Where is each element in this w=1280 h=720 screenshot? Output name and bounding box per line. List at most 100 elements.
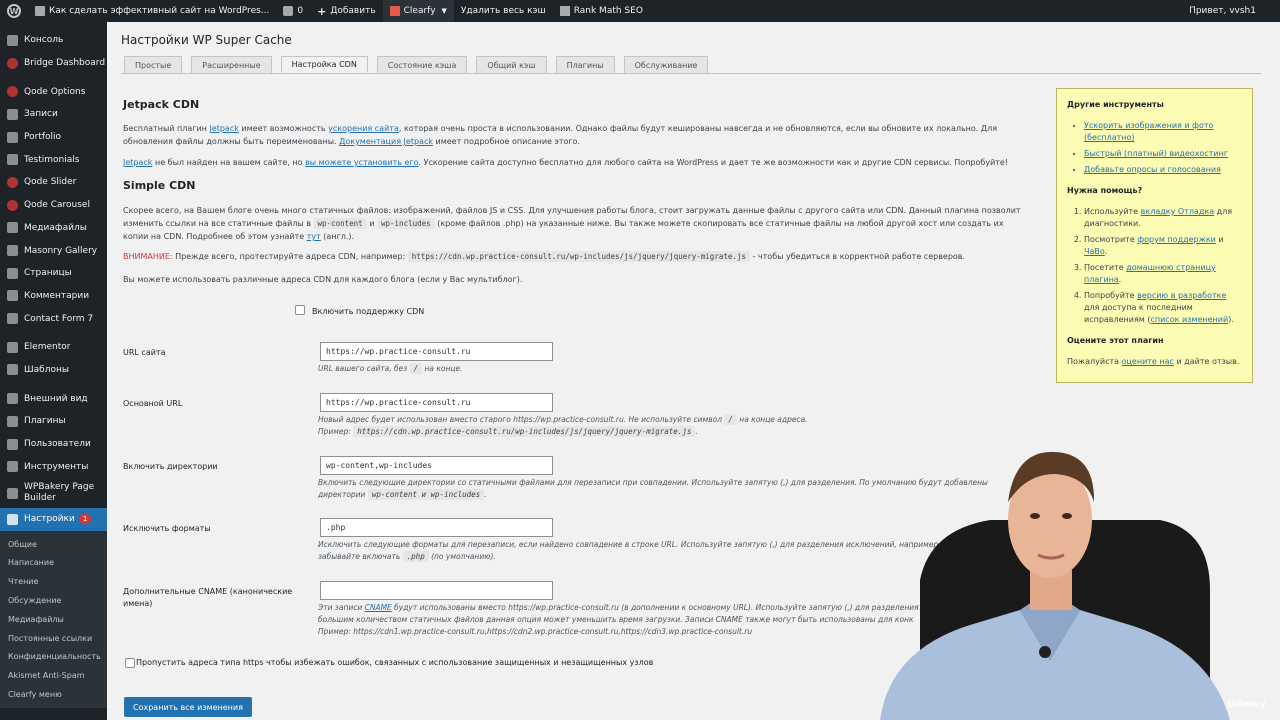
- jetpack-description: Бесплатный плагин Jetpack имеет возможно…: [123, 124, 998, 146]
- need-help-title: Нужна помощь?: [1067, 186, 1143, 195]
- info-widget: Другие инструменты Ускорить изображения …: [1056, 88, 1253, 383]
- user-greeting[interactable]: Привет, vvsh1: [1182, 0, 1280, 22]
- submenu-item-general[interactable]: Общие: [0, 535, 107, 554]
- submenu-item-media[interactable]: Медиафайлы: [0, 610, 107, 629]
- settings-submenu: Общие Написание Чтение Обсуждение Медиаф…: [0, 530, 107, 708]
- sidebar-item-settings[interactable]: Настройки 1: [0, 508, 107, 531]
- chevron-down-icon: ▼: [441, 7, 447, 15]
- rank-math-link[interactable]: Rank Math SEO: [553, 0, 650, 22]
- rate-us-link[interactable]: оцените нас: [1122, 357, 1174, 366]
- optimize-images-link[interactable]: Ускорить изображения и фото (бесплатно): [1084, 121, 1213, 142]
- sidebar-item-pages[interactable]: Страницы: [0, 262, 107, 285]
- debug-tab-link[interactable]: вкладку Отладка: [1141, 207, 1214, 216]
- exclude-formats-input[interactable]: [320, 518, 553, 537]
- video-hosting-link[interactable]: Быстрый (платный) видеохостинг: [1084, 149, 1228, 158]
- sidebar-item-masonry-gallery[interactable]: Masonry Gallery: [0, 239, 107, 262]
- jetpack-link-2[interactable]: Jetpack: [123, 158, 152, 167]
- dev-version-link[interactable]: версию в разработке: [1137, 291, 1226, 300]
- jetpack-install-note: Jetpack не был найден на вашем сайте, но…: [123, 158, 1009, 167]
- plug-icon: [7, 415, 18, 427]
- submenu-item-akismet[interactable]: Akismet Anti-Spam: [0, 666, 107, 685]
- submenu-item-permalinks[interactable]: Постоянные ссылки: [0, 629, 107, 648]
- site-accelerator-link[interactable]: ускорения сайта: [328, 124, 399, 133]
- jetpack-link[interactable]: Jetpack: [209, 124, 238, 133]
- media-icon: [7, 222, 18, 234]
- add-new-link[interactable]: + Добавить: [310, 0, 383, 22]
- site-url-description: URL вашего сайта, без / на конце.: [318, 363, 463, 374]
- sidebar-item-qode-options[interactable]: Qode Options: [0, 80, 107, 103]
- sidebar-item-posts[interactable]: Записи: [0, 103, 107, 126]
- rate-plugin-text: Пожалуйста оцените нас и дайте отзыв.: [1067, 357, 1240, 366]
- sidebar-item-bridge-dashboard[interactable]: Bridge Dashboard: [0, 52, 107, 75]
- sidebar-item-qode-slider[interactable]: Qode Slider: [0, 171, 107, 194]
- jetpack-docs-link[interactable]: Документация Jetpack: [339, 137, 433, 146]
- site-url-input[interactable]: [320, 342, 553, 361]
- main-url-input[interactable]: [320, 393, 553, 412]
- save-changes-button[interactable]: Сохранить все изменения: [124, 697, 252, 717]
- tools-list: Ускорить изображения и фото (бесплатно) …: [1067, 120, 1242, 176]
- update-count-badge: 1: [78, 514, 92, 525]
- site-title-link[interactable]: Как сделать эффективный сайт на WordPres…: [28, 0, 276, 22]
- rate-plugin-title: Оцените этот плагин: [1067, 336, 1164, 345]
- admin-bar: W Как сделать эффективный сайт на WordPr…: [0, 0, 1280, 22]
- sidebar-item-elementor[interactable]: Elementor: [0, 336, 107, 359]
- tab-cdn[interactable]: Настройка CDN: [280, 56, 368, 73]
- sidebar-item-appearance[interactable]: Внешний вид: [0, 387, 107, 410]
- tabs-divider: [121, 73, 1261, 74]
- tab-cache-contents[interactable]: Состояние кэша: [376, 56, 468, 73]
- clearfy-menu[interactable]: Clearfy ▼: [382, 0, 454, 22]
- sidebar-item-qode-carousel[interactable]: Qode Carousel: [0, 194, 107, 217]
- cname-input[interactable]: [320, 581, 553, 600]
- tab-advanced[interactable]: Расширенные: [191, 56, 272, 73]
- sidebar-item-dashboard[interactable]: Консоль: [0, 29, 107, 52]
- sidebar-item-media[interactable]: Медиафайлы: [0, 217, 107, 240]
- submenu-item-reading[interactable]: Чтение: [0, 572, 107, 591]
- home-icon: [35, 6, 45, 16]
- submenu-item-discussion[interactable]: Обсуждение: [0, 591, 107, 610]
- clear-cache-link[interactable]: Удалить весь кэш: [454, 0, 553, 22]
- page-title: Настройки WP Super Cache: [121, 33, 292, 47]
- main-url-label: Основной URL: [123, 399, 183, 408]
- mail-icon: [7, 313, 18, 325]
- skip-https-checkbox[interactable]: [125, 658, 135, 668]
- sidebar-item-portfolio[interactable]: Portfolio: [0, 126, 107, 149]
- brush-icon: [7, 393, 18, 405]
- sidebar-item-testimonials[interactable]: Testimonials: [0, 148, 107, 171]
- include-dirs-input[interactable]: [320, 456, 553, 475]
- submenu-item-clearfy[interactable]: Clearfy меню: [0, 685, 107, 704]
- clearfy-icon: [389, 6, 400, 16]
- cname-link[interactable]: CNAME: [365, 603, 392, 612]
- admin-sidebar: Консоль Bridge Dashboard Qode Options За…: [0, 22, 107, 720]
- skip-https-label: Пропустить адреса типа https чтобы избеж…: [136, 658, 654, 667]
- rank-math-icon: [559, 6, 570, 16]
- sidebar-item-plugins[interactable]: Плагины: [0, 410, 107, 433]
- comments-link[interactable]: 0: [276, 0, 310, 22]
- submenu-item-writing[interactable]: Написание: [0, 554, 107, 573]
- simple-cdn-description: Скорее всего, на Вашем блоге очень много…: [123, 206, 1021, 241]
- sidebar-item-tools[interactable]: Инструменты: [0, 455, 107, 478]
- polls-link[interactable]: Добавьте опросы и голосования: [1084, 165, 1221, 174]
- sidebar-item-wpbakery[interactable]: WPBakery Page Builder: [0, 478, 107, 508]
- more-info-link[interactable]: тут: [307, 232, 321, 241]
- sidebar-item-comments[interactable]: Комментарии: [0, 285, 107, 308]
- wordpress-logo-icon[interactable]: W: [0, 0, 28, 22]
- enable-cdn-checkbox[interactable]: [295, 305, 305, 315]
- sidebar-item-templates[interactable]: Шаблоны: [0, 359, 107, 382]
- changelog-link[interactable]: список изменений: [1151, 315, 1229, 324]
- tab-debug[interactable]: Обслуживание: [623, 56, 709, 73]
- install-jetpack-link[interactable]: вы можете установить его: [305, 158, 418, 167]
- support-forum-link[interactable]: форум поддержки: [1137, 235, 1216, 244]
- tab-easy[interactable]: Простые: [124, 56, 183, 73]
- include-dirs-label: Включить директории: [123, 462, 218, 471]
- plus-icon: +: [317, 4, 327, 18]
- submenu-item-privacy[interactable]: Конфиденциальность: [0, 648, 107, 667]
- jetpack-cdn-heading: Jetpack CDN: [123, 98, 200, 111]
- tab-preload[interactable]: Общий кэш: [476, 56, 547, 73]
- page-icon: [7, 267, 18, 279]
- list-item: Добавьте опросы и голосования: [1084, 164, 1242, 176]
- pin-icon: [7, 131, 18, 143]
- sidebar-item-users[interactable]: Пользователи: [0, 433, 107, 456]
- sidebar-item-contact-form[interactable]: Contact Form 7: [0, 307, 107, 330]
- faq-link[interactable]: ЧаВо: [1084, 247, 1105, 256]
- tab-plugins[interactable]: Плагины: [555, 56, 615, 73]
